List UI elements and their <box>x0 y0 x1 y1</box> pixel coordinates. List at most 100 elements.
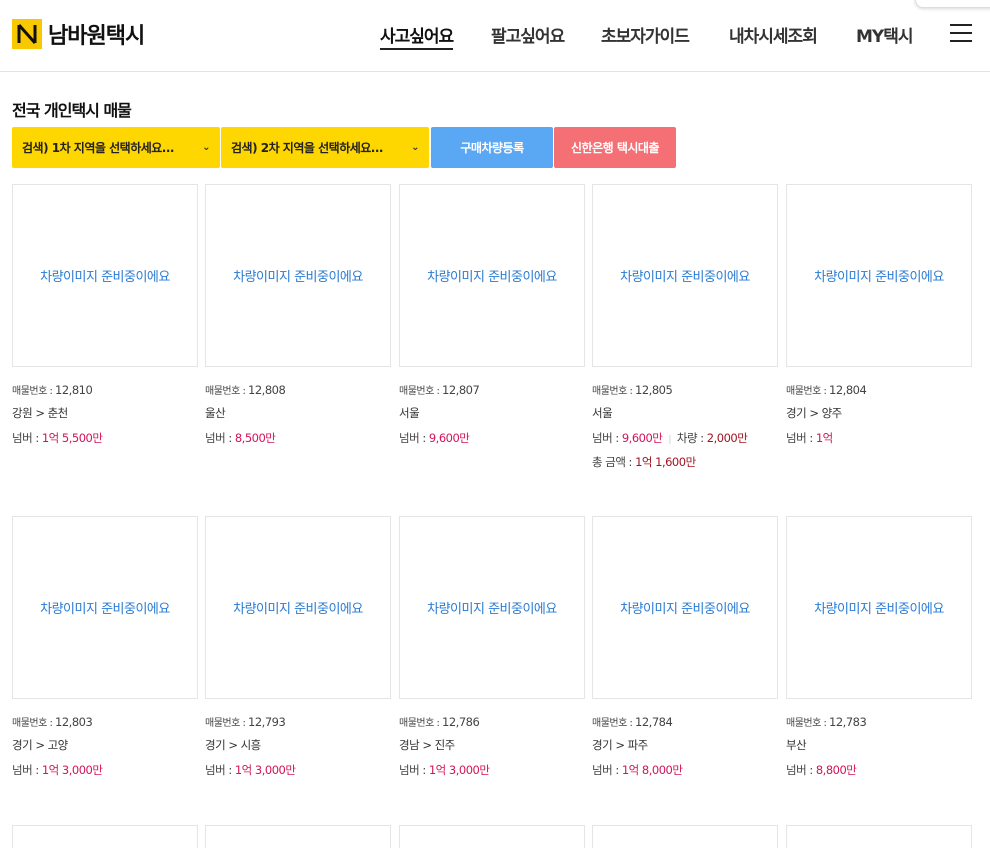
listing-region: 서울 <box>592 406 613 420</box>
region2-select-label: 검색) 2차 지역을 선택하세요... <box>231 141 383 155</box>
corner-popup <box>915 0 990 8</box>
car-image-placeholder: 차량이미지 준비중이에요 <box>12 516 198 699</box>
listing-number: 매물번호 : 12,808 <box>205 382 391 397</box>
listing-number-value: 12,783 <box>829 715 867 729</box>
placeholder-text: 차량이미지 준비중이에요 <box>620 270 750 285</box>
car-image-placeholder: 차량이미지 준비중이에요 <box>592 516 778 699</box>
listing-number: 매물번호 : 12,786 <box>399 714 585 729</box>
listing-number: 매물번호 : 12,784 <box>592 714 778 729</box>
listing-region: 강원 > 춘천 <box>12 406 68 420</box>
car-image-placeholder: 차량이미지 준비중이에요 <box>205 516 391 699</box>
listing-region: 경기 > 양주 <box>786 406 842 420</box>
region2-select[interactable]: 검색) 2차 지역을 선택하세요... ⌄ <box>221 127 429 168</box>
listing-number: 매물번호 : 12,803 <box>12 714 198 729</box>
listing-card[interactable]: 차량이미지 준비중이에요매물번호 : 12,804 경기 > 양주넘버 : 1억 <box>786 184 972 446</box>
listing-total: 총 금액 : 1억 1,600만 <box>592 454 778 470</box>
register-button[interactable]: 구매차량등록 <box>431 127 553 168</box>
price-value: 1억 3,000만 <box>428 763 490 777</box>
listing-card[interactable]: 차량이미지 준비중이에요 매물번호 : 12,784 경기 > 파주 넘버 : 1억 … <box>592 516 778 778</box>
region1-select[interactable]: 검색) 1차 지역을 선택하세요... ⌄ <box>12 127 220 168</box>
listing-number-value: 12,803 <box>55 715 93 729</box>
total-value: 1억 1,600만 <box>635 455 696 469</box>
page-title: 전국 개인택시 매물 <box>12 101 132 120</box>
listing-card[interactable]: 차량이미지 준비중이에요 매물번호 : 12,810 강원 > 춘천 넘버 : 1억 … <box>12 184 198 446</box>
listing-region: 울산 <box>205 406 226 420</box>
chevron-down-icon: ⌄ <box>411 142 419 153</box>
listing-price: 넘버 : 1억 3,000만 <box>12 762 198 778</box>
price-label: 넘버 : <box>399 431 429 445</box>
car-image-placeholder: 차량이미지 준비중이에요 <box>786 184 972 367</box>
nav-buy[interactable]: 사고싶어요 <box>380 22 454 50</box>
price-label: 넘버 : <box>12 763 42 777</box>
listing-number-value: 12,808 <box>248 383 286 397</box>
chevron-down-icon: ⌄ <box>202 142 210 153</box>
listing-number-label: 매물번호 : <box>399 386 443 397</box>
price-value: 8,800만 <box>815 763 857 777</box>
listing-price: 넘버 : 1억 <box>786 430 972 446</box>
price-label: 넘버 : <box>592 431 622 445</box>
listing-card-partial[interactable] <box>399 825 585 848</box>
listing-card-partial[interactable] <box>592 825 778 848</box>
listing-card-partial[interactable] <box>205 825 391 848</box>
listing-region: 경기 > 고양 <box>12 738 68 752</box>
nav-sell[interactable]: 팔고싶어요 <box>491 22 565 47</box>
listing-price: 넘버 : 9,600만 <box>399 430 585 446</box>
listing-number-label: 매물번호 : <box>592 718 636 729</box>
listing-price: 넘버 : 8,500만 <box>205 430 391 446</box>
listing-card[interactable]: 차량이미지 준비중이에요 매물번호 : 12,793 경기 > 시흥 넘버 : 1억 … <box>205 516 391 778</box>
main-nav: 사고싶어요 팔고싶어요 초보자가이드 내차시세조회 MY택시 <box>0 22 990 52</box>
price-value: 9,600만 <box>621 431 663 445</box>
listing-price: 넘버 : 1억 5,500만 <box>12 430 198 446</box>
listing-number-label: 매물번호 : <box>786 718 830 729</box>
total-label: 총 금액 : <box>592 455 636 469</box>
listing-card[interactable]: 차량이미지 준비중이에요매물번호 : 12,803 경기 > 고양넘버 : 1억 … <box>12 516 198 778</box>
nav-guide[interactable]: 초보자가이드 <box>601 22 690 47</box>
listing-card[interactable]: 차량이미지 준비중이에요 매물번호 : 12,783 부산 넘버 : 8,800만 <box>786 516 972 778</box>
price-value: 9,600만 <box>428 431 470 445</box>
price-label: 넘버 : <box>786 763 816 777</box>
listing-number-value: 12,804 <box>829 383 867 397</box>
placeholder-text: 차량이미지 준비중이에요 <box>40 270 170 285</box>
listing-card[interactable]: 차량이미지 준비중이에요 매물번호 : 12,805 서울 넘버 : 9,600만 | 차… <box>592 184 778 470</box>
placeholder-text: 차량이미지 준비중이에요 <box>620 602 750 617</box>
listing-number: 매물번호 : 12,793 <box>205 714 391 729</box>
listing-region: 경기 > 파주 <box>592 738 648 752</box>
listing-number-value: 12,810 <box>55 383 93 397</box>
listing-number-value: 12,784 <box>635 715 673 729</box>
listing-card[interactable]: 차량이미지 준비중이에요 매물번호 : 12,808 울산 넘버 : 8,500만 <box>205 184 391 446</box>
nav-price-check[interactable]: 내차시세조회 <box>729 22 818 47</box>
placeholder-text: 차량이미지 준비중이에요 <box>814 602 944 617</box>
listing-number-value: 12,793 <box>248 715 286 729</box>
nav-my-taxi[interactable]: MY택시 <box>856 22 914 47</box>
listing-number-label: 매물번호 : <box>205 718 249 729</box>
price-value: 1억 8,000만 <box>621 763 683 777</box>
listing-price: 넘버 : 8,800만 <box>786 762 972 778</box>
hamburger-icon[interactable] <box>950 24 972 42</box>
loan-button[interactable]: 신한은행 택시대출 <box>554 127 676 168</box>
listing-card-partial[interactable] <box>12 825 198 848</box>
placeholder-text: 차량이미지 준비중이에요 <box>233 602 363 617</box>
car-image-placeholder: 차량이미지 준비중이에요 <box>592 184 778 367</box>
price-label: 넘버 : <box>205 431 235 445</box>
listing-card[interactable]: 차량이미지 준비중이에요매물번호 : 12,807 서울넘버 : 9,600만 <box>399 184 585 446</box>
car-image-placeholder: 차량이미지 준비중이에요 <box>399 516 585 699</box>
placeholder-text: 차량이미지 준비중이에요 <box>427 270 557 285</box>
listing-price: 넘버 : 1억 3,000만 <box>399 762 585 778</box>
price-value: 8,500만 <box>234 431 276 445</box>
listing-region: 서울 <box>399 406 420 420</box>
listing-number: 매물번호 : 12,804 <box>786 382 972 397</box>
listing-number-value: 12,805 <box>635 383 673 397</box>
car-image-placeholder: 차량이미지 준비중이에요 <box>786 516 972 699</box>
price-label: 넘버 : <box>12 431 42 445</box>
listing-number: 매물번호 : 12,783 <box>786 714 972 729</box>
listing-number: 매물번호 : 12,807 <box>399 382 585 397</box>
region1-select-label: 검색) 1차 지역을 선택하세요... <box>22 141 174 155</box>
listing-number: 매물번호 : 12,805 <box>592 382 778 397</box>
site-header: 남바원택시 사고싶어요 팔고싶어요 초보자가이드 내차시세조회 MY택시 <box>0 0 990 72</box>
listing-card-partial[interactable] <box>786 825 972 848</box>
car-value: 2,000만 <box>706 431 748 445</box>
price-value: 1억 3,000만 <box>41 763 103 777</box>
listing-number-label: 매물번호 : <box>786 386 830 397</box>
listing-price: 넘버 : 1억 3,000만 <box>205 762 391 778</box>
listing-card[interactable]: 차량이미지 준비중이에요 매물번호 : 12,786 경남 > 진주 넘버 : 1억 … <box>399 516 585 778</box>
